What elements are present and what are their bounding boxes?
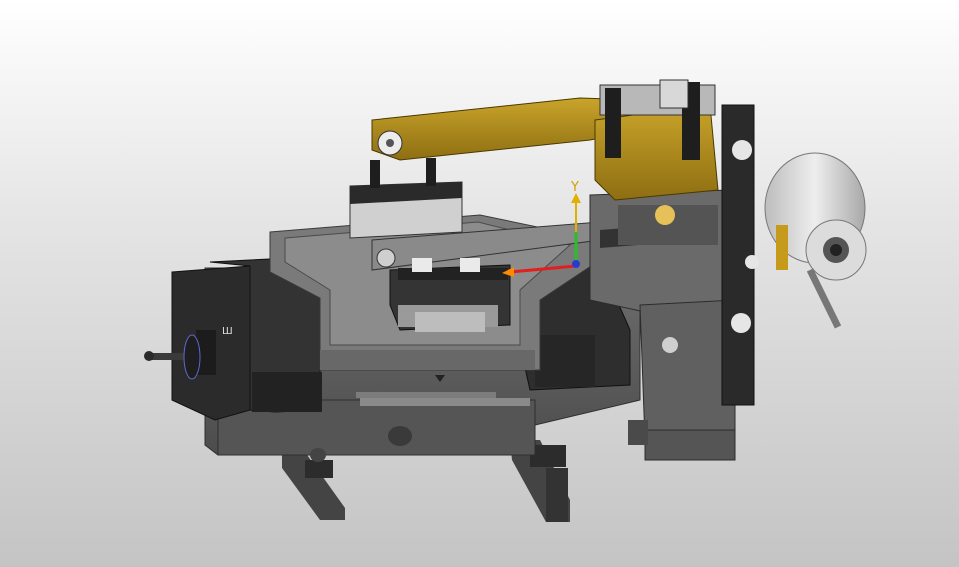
motor-cylinder[interactable] xyxy=(764,152,867,329)
graphics-viewport[interactable]: Ш Y xyxy=(0,0,959,567)
upper-clamp-bracket[interactable] xyxy=(349,158,463,239)
y-axis-label: Y xyxy=(570,180,579,195)
vise-fixture[interactable] xyxy=(389,264,511,332)
nameplate-symbol: Ш xyxy=(222,326,233,337)
side-plate[interactable] xyxy=(721,104,759,406)
cad-model-view[interactable]: Ш Y xyxy=(0,0,959,567)
